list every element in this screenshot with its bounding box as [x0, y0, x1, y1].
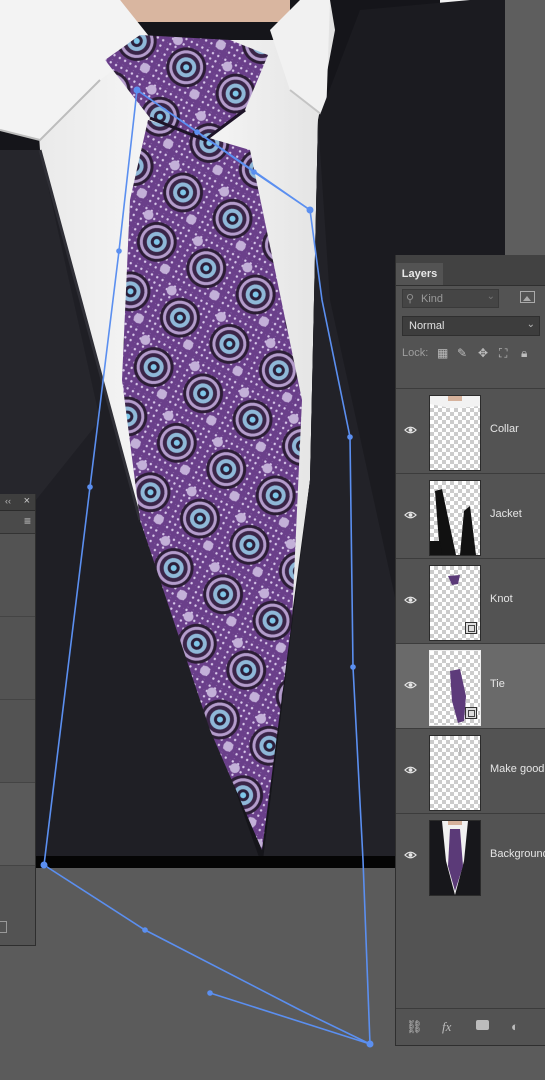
collapse-panel-icon[interactable]: ‹‹ [5, 496, 11, 506]
eye-icon[interactable] [404, 765, 417, 775]
layer-row[interactable]: Collar [396, 388, 545, 473]
layer-name: Background [490, 848, 545, 860]
blend-mode-value: Normal [409, 320, 445, 332]
search-icon: ⚲ [406, 293, 415, 305]
link-layers-icon[interactable]: ⛓︎ [406, 1020, 423, 1033]
image-filter-icon[interactable] [520, 291, 535, 303]
layers-panel-footer: ⛓︎ fx ◐ [396, 1008, 545, 1045]
layer-row[interactable]: Jacket [396, 473, 545, 558]
layer-name: Collar [490, 423, 519, 435]
filter-kind-select[interactable]: ⚲ Kind ⌄ [402, 289, 499, 308]
smart-object-icon [465, 707, 477, 719]
eye-icon[interactable] [404, 850, 417, 860]
lock-all-icon[interactable]: 🔒︎ [521, 346, 527, 361]
panel-item[interactable] [0, 617, 35, 700]
panel-item[interactable] [0, 700, 35, 783]
trash-icon[interactable] [0, 921, 7, 933]
layer-name: Tie [490, 678, 505, 690]
collapsed-side-panel: ‹‹ × ≡ [0, 494, 36, 946]
layer-name: Knot [490, 593, 513, 605]
layer-thumbnail [429, 395, 481, 471]
workspace-background [505, 0, 545, 255]
blend-mode-row: Normal ⌄ [396, 313, 545, 340]
adjustment-icon[interactable]: ◐ [511, 1020, 519, 1033]
layer-thumbnail [429, 820, 481, 896]
layer-name: Jacket [490, 508, 522, 520]
panel-menu-icon[interactable]: ≡ [24, 515, 31, 527]
eye-icon[interactable] [404, 680, 417, 690]
eye-icon[interactable] [404, 510, 417, 520]
panel-tab-bar: Layers [396, 255, 545, 286]
anchor-point [142, 927, 148, 933]
chevron-down-icon: ⌄ [526, 319, 535, 330]
layer-filter-row: ⚲ Kind ⌄ [396, 286, 545, 313]
layers-panel: Layers ⚲ Kind ⌄ Normal ⌄ Lock: ▦ ✎ ✥ ⛶ 🔒… [395, 255, 545, 1046]
lock-row: Lock: ▦ ✎ ✥ ⛶ 🔒︎ [396, 340, 545, 366]
lock-artboard-icon[interactable]: ⛶ [499, 346, 507, 361]
lock-transparent-pixels-icon[interactable]: ▦ [437, 346, 448, 360]
layer-row-selected[interactable]: Tie [396, 643, 545, 728]
fx-icon[interactable]: fx [442, 1020, 451, 1033]
layer-row[interactable]: Knot [396, 558, 545, 643]
lock-image-pixels-icon[interactable]: ✎ [457, 346, 467, 360]
layer-thumbnail [429, 480, 481, 556]
panel-item[interactable] [0, 534, 35, 617]
lock-position-icon[interactable]: ✥ [478, 346, 488, 360]
blend-mode-select[interactable]: Normal ⌄ [402, 316, 540, 336]
lock-label: Lock: [402, 347, 429, 359]
layer-thumbnail [429, 735, 481, 811]
chevron-down-icon: ⌄ [486, 291, 495, 302]
panel-toolbar: ≡ [0, 511, 35, 534]
anchor-point [366, 1040, 374, 1048]
smart-object-icon [465, 622, 477, 634]
anchor-point [207, 990, 213, 996]
layer-row[interactable]: Make good [396, 728, 545, 813]
eye-icon[interactable] [404, 425, 417, 435]
mask-icon[interactable] [476, 1020, 489, 1030]
panel-header: ‹‹ × [0, 494, 35, 511]
tab-layers[interactable]: Layers [396, 263, 443, 285]
panel-item[interactable] [0, 783, 35, 866]
layer-name: Make good [490, 763, 545, 775]
filter-kind-label: Kind [421, 293, 444, 305]
eye-icon[interactable] [404, 595, 417, 605]
layer-list: Collar Jacket Knot Tie Make good Backgro… [396, 388, 545, 898]
layer-row[interactable]: Background [396, 813, 545, 898]
close-icon[interactable]: × [24, 495, 30, 507]
